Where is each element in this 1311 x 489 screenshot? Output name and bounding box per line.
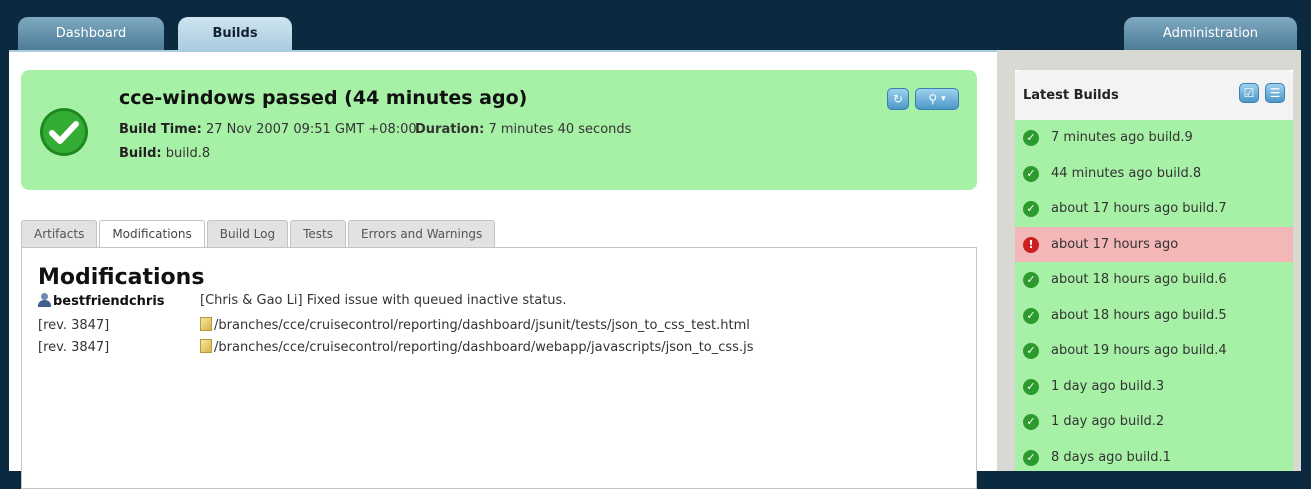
latest-builds-title: Latest Builds (1023, 88, 1119, 103)
tab-builds[interactable]: Builds (178, 17, 292, 51)
modifications-panel: Modifications bestfriendchris [Chris & G… (21, 247, 977, 489)
user-icon (38, 293, 51, 307)
tab-errors-warnings[interactable]: Errors and Warnings (348, 220, 496, 247)
tab-tests[interactable]: Tests (290, 220, 346, 247)
build-item-label: about 17 hours ago (1051, 236, 1179, 252)
tab-administration[interactable]: Administration (1124, 17, 1297, 50)
refresh-icon[interactable]: ↻ (887, 88, 909, 110)
passed-check-icon: ✓ (1023, 343, 1039, 359)
build-item-label: 1 day ago build.3 (1051, 378, 1165, 394)
passed-check-icon: ✓ (1023, 201, 1039, 217)
tab-build-log[interactable]: Build Log (206, 220, 289, 247)
passed-check-icon: ✓ (1023, 130, 1039, 146)
build-item[interactable]: ✓ about 18 hours ago build.6 (1015, 262, 1293, 298)
build-item-label: about 19 hours ago build.4 (1051, 343, 1227, 358)
file-icon (200, 339, 212, 353)
build-item-failed[interactable]: ! about 17 hours ago (1015, 226, 1293, 262)
build-item-label: about 18 hours ago build.6 (1051, 272, 1227, 287)
build-item-label: about 18 hours ago build.5 (1051, 307, 1227, 323)
committer: bestfriendchris (38, 293, 165, 309)
build-item[interactable]: ✓ 1 day ago build.3 (1015, 368, 1293, 404)
build-item[interactable]: ✓ 7 minutes ago build.9 (1015, 120, 1293, 156)
tab-dashboard[interactable]: Dashboard (18, 17, 164, 50)
build-item-label: 44 minutes ago build.8 (1051, 165, 1202, 181)
build-item[interactable]: ✓ about 19 hours ago build.4 (1015, 333, 1293, 369)
passed-check-icon: ✓ (1023, 165, 1039, 182)
build-time-value: 27 Nov 2007 09:51 GMT +08:00 (205, 122, 417, 137)
build-item[interactable]: ✓ 8 days ago build.1 (1015, 439, 1293, 471)
build-value: build.8 (165, 146, 211, 161)
build-label: Build: (119, 146, 162, 161)
build-item-label: 7 minutes ago build.9 (1051, 130, 1193, 145)
passed-check-icon: ✓ (1023, 307, 1039, 324)
build-time-label: Build Time: (119, 122, 202, 137)
build-item-label: 1 day ago build.2 (1051, 414, 1165, 429)
build-time: Build Time: 27 Nov 2007 09:51 GMT +08:00 (119, 122, 417, 137)
passed-check-icon: ✓ (1023, 414, 1039, 430)
failed-alert-icon: ! (1023, 236, 1039, 253)
build-item[interactable]: ✓ about 17 hours ago build.7 (1015, 191, 1293, 227)
search-icon: ⚲ (928, 92, 938, 106)
latest-builds-actions: ☑ ☰ (1239, 83, 1285, 103)
commit-message: [Chris & Gao Li] Fixed issue with queued… (200, 293, 567, 308)
build-item[interactable]: ✓ 1 day ago build.2 (1015, 404, 1293, 440)
passed-check-icon: ✓ (1023, 449, 1039, 466)
file-path: /branches/cce/cruisecontrol/reporting/da… (214, 340, 754, 355)
revision-label: [rev. 3847] (38, 318, 110, 333)
banner-actions: ↻ ⚲ ▾ (887, 88, 959, 110)
tab-artifacts[interactable]: Artifacts (21, 220, 98, 247)
passed-check-icon: ✓ (1023, 272, 1039, 288)
latest-builds-header: Latest Builds ☑ ☰ (1015, 70, 1293, 120)
duration-value: 7 minutes 40 seconds (488, 122, 632, 137)
list-icon[interactable]: ☰ (1265, 83, 1285, 103)
modified-file-row: [rev. 3847] /branches/cce/cruisecontrol/r… (38, 339, 753, 355)
revision-label: [rev. 3847] (38, 340, 110, 355)
duration-label: Duration: (415, 122, 485, 137)
build-list: ✓ 7 minutes ago build.9 ✓ 44 minutes ago b… (1015, 120, 1293, 471)
build-status-title: cce-windows passed (44 minutes ago) (119, 87, 528, 109)
build-label-line: Build: build.8 (119, 146, 210, 161)
build-item-label: about 17 hours ago build.7 (1051, 201, 1227, 216)
search-menu-button[interactable]: ⚲ ▾ (915, 88, 959, 110)
file-icon (200, 317, 212, 331)
build-status-banner: cce-windows passed (44 minutes ago) Buil… (21, 70, 977, 190)
build-duration: Duration: 7 minutes 40 seconds (415, 122, 631, 137)
latest-builds-panel: Latest Builds ☑ ☰ ✓ 7 minutes ago build.9… (1015, 70, 1293, 471)
build-item-label: 8 days ago build.1 (1051, 449, 1171, 465)
page-content: cce-windows passed (44 minutes ago) Buil… (9, 50, 1301, 489)
detail-tabs: Artifacts Modifications Build Log Tests … (21, 220, 497, 249)
passed-check-icon (40, 108, 88, 156)
build-item[interactable]: ✓ about 18 hours ago build.5 (1015, 297, 1293, 333)
build-item[interactable]: ✓ 44 minutes ago build.8 (1015, 155, 1293, 191)
checklist-icon[interactable]: ☑ (1239, 83, 1259, 103)
tab-modifications[interactable]: Modifications (99, 220, 205, 249)
passed-check-icon: ✓ (1023, 378, 1039, 395)
file-path: /branches/cce/cruisecontrol/reporting/da… (214, 318, 750, 333)
modified-file-row: [rev. 3847] /branches/cce/cruisecontrol/r… (38, 317, 750, 333)
committer-name: bestfriendchris (53, 294, 165, 309)
modifications-heading: Modifications (38, 265, 205, 290)
dropdown-arrow-icon: ▾ (941, 94, 946, 104)
